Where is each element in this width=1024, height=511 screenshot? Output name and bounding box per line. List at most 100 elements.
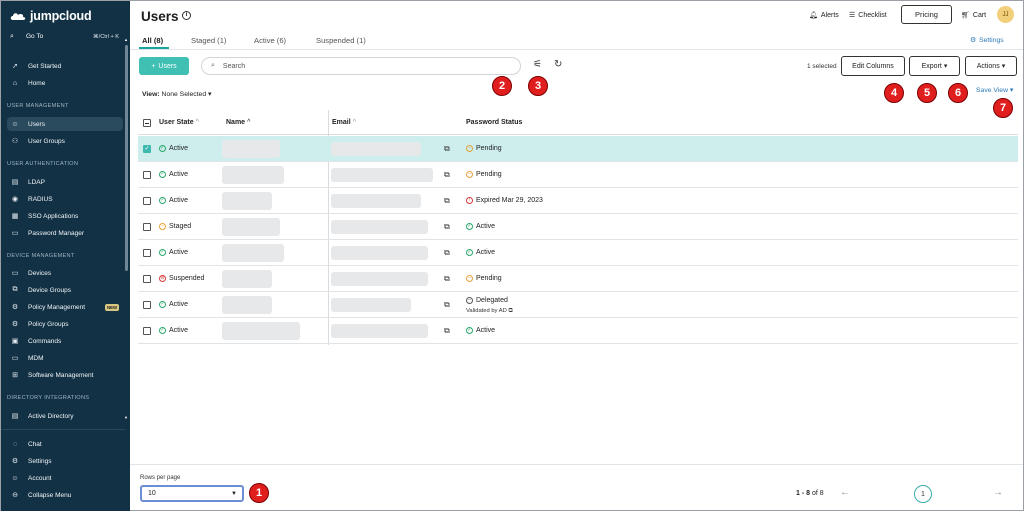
scroll-up-arrow[interactable]: ▲ bbox=[124, 37, 128, 42]
status-icon: ✓ bbox=[159, 327, 166, 334]
sidebar-item-software-management[interactable]: ⊞ Software Management bbox=[7, 368, 123, 382]
tab-staged[interactable]: Staged (1) bbox=[191, 36, 226, 45]
sidebar-item-users[interactable]: ☺ Users bbox=[7, 117, 123, 131]
sidebar-item-device-groups[interactable]: ⧉ Device Groups bbox=[7, 283, 123, 297]
rows-per-page-select[interactable]: 10 ▼ bbox=[140, 485, 244, 502]
jumpcloud-logo[interactable]: jumpcloud bbox=[10, 9, 92, 23]
checklist-button[interactable]: ☰ Checklist bbox=[849, 11, 887, 20]
table-row[interactable]: ✓ Active ⧉ ✓ Active bbox=[138, 318, 1018, 344]
goto-button[interactable]: ⌕ Go To ⌘/Ctrl + K bbox=[7, 30, 123, 43]
save-view-button[interactable]: Save View ▾ bbox=[976, 86, 1013, 94]
table-row[interactable]: ✓ Active ⧉ ✓ Active bbox=[138, 240, 1018, 266]
cloud-icon bbox=[10, 13, 26, 20]
status-icon: ✓ bbox=[159, 249, 166, 256]
row-checkbox[interactable]: ✓ bbox=[143, 145, 151, 153]
row-checkbox[interactable] bbox=[143, 171, 151, 179]
settings-label: Settings bbox=[979, 36, 1004, 44]
col-password-status[interactable]: Password Status bbox=[466, 119, 522, 126]
sidebar-item-label: Home bbox=[28, 79, 46, 87]
copy-icon[interactable]: ⧉ bbox=[444, 222, 450, 232]
sidebar-item-settings[interactable]: ⚙ Settings bbox=[7, 454, 123, 468]
sidebar-item-chat[interactable]: ◌ Chat bbox=[7, 437, 123, 451]
settings-link[interactable]: ⚙ Settings bbox=[970, 36, 1004, 45]
copy-icon[interactable]: ⧉ bbox=[444, 274, 450, 284]
password-status: – Pending bbox=[466, 171, 502, 178]
status-icon: ! bbox=[466, 197, 473, 204]
sidebar-item-commands[interactable]: ▣ Commands bbox=[7, 334, 123, 348]
sidebar-item-mdm[interactable]: ▭ MDM bbox=[7, 351, 123, 365]
sidebar-item-get-started[interactable]: ➚ Get Started bbox=[7, 59, 123, 73]
add-users-button[interactable]: + Users bbox=[139, 57, 189, 75]
sidebar-item-password-manager[interactable]: ▭ Password Manager bbox=[7, 226, 123, 240]
sidebar-item-policy-groups[interactable]: ⚙ Policy Groups bbox=[7, 317, 123, 331]
rows-per-page-label: Rows per page bbox=[140, 475, 181, 481]
row-checkbox[interactable] bbox=[143, 249, 151, 257]
table-row[interactable]: ✓ Active ⧉ – Delegated Validated by AD ⧉ bbox=[138, 292, 1018, 318]
sidebar-item-user-groups[interactable]: ⚇ User Groups bbox=[7, 134, 123, 148]
sidebar-item-account[interactable]: ☺ Account bbox=[7, 471, 123, 485]
copy-icon[interactable]: ⧉ bbox=[444, 326, 450, 336]
sidebar-item-collapse-menu[interactable]: ⊖ Collapse Menu bbox=[7, 488, 123, 502]
copy-icon[interactable]: ⧉ bbox=[444, 196, 450, 206]
save-view-label: Save View bbox=[976, 87, 1008, 94]
tab-suspended[interactable]: Suspended (1) bbox=[316, 36, 366, 45]
cart-button[interactable]: 🛒︎ Cart bbox=[961, 11, 986, 20]
row-checkbox[interactable] bbox=[143, 275, 151, 283]
redacted-email bbox=[331, 324, 428, 338]
table-row[interactable]: ✓ Active ⧉! Expired Mar 29, 2023 bbox=[138, 188, 1018, 214]
scroll-down-arrow[interactable]: ▼ bbox=[124, 415, 128, 420]
select-all-checkbox[interactable] bbox=[143, 119, 151, 127]
row-checkbox[interactable] bbox=[143, 197, 151, 205]
prev-page-icon[interactable]: ← bbox=[840, 487, 850, 498]
copy-icon[interactable]: ⧉ bbox=[444, 170, 450, 180]
table-row[interactable]: – Staged ⧉ ✓ Active bbox=[138, 214, 1018, 240]
tab-all[interactable]: All (8) bbox=[142, 36, 163, 45]
table-row[interactable]: ✓ ✓ Active ⧉ – Pending bbox=[138, 136, 1018, 162]
export-button[interactable]: Export ▾ bbox=[909, 56, 960, 76]
edit-columns-button[interactable]: Edit Columns bbox=[841, 56, 905, 76]
sidebar-item-ldap[interactable]: ▤ LDAP bbox=[7, 175, 123, 189]
sidebar-item-devices[interactable]: ▭ Devices bbox=[7, 266, 123, 280]
table-row[interactable]: ⊘ Suspended ⧉ – Pending bbox=[138, 266, 1018, 292]
info-icon[interactable]: i bbox=[182, 11, 191, 20]
refresh-icon[interactable]: ↻ bbox=[554, 59, 562, 70]
filter-icon[interactable]: ⚟ bbox=[533, 59, 542, 70]
user-state: ✓ Active bbox=[159, 197, 188, 204]
password-status-label: Active bbox=[476, 327, 496, 334]
view-selector[interactable]: View: None Selected ▾ bbox=[142, 90, 211, 98]
status-icon: ✓ bbox=[159, 171, 166, 178]
sidebar-scrollbar[interactable] bbox=[125, 45, 128, 271]
sidebar-item-label: Chat bbox=[28, 440, 42, 448]
copy-icon[interactable]: ⧉ bbox=[444, 300, 450, 310]
pricing-button[interactable]: Pricing bbox=[901, 5, 952, 24]
sidebar-item-active-directory[interactable]: ▤ Active Directory bbox=[7, 409, 123, 423]
redacted-name bbox=[222, 140, 280, 158]
col-name[interactable]: Name ^ bbox=[226, 119, 250, 126]
avatar[interactable]: JJ bbox=[997, 6, 1014, 23]
copy-icon[interactable]: ⧉ bbox=[444, 248, 450, 258]
sidebar-item-label: RADIUS bbox=[28, 195, 53, 203]
tab-active[interactable]: Active (6) bbox=[254, 36, 286, 45]
sidebar-item-radius[interactable]: ◉ RADIUS bbox=[7, 192, 123, 206]
col-email[interactable]: Email ^ bbox=[332, 119, 356, 126]
view-value: None Selected bbox=[161, 91, 207, 98]
copy-icon[interactable]: ⧉ bbox=[444, 144, 450, 154]
page-title: Users bbox=[141, 9, 179, 24]
user-state-label: Staged bbox=[169, 223, 192, 230]
actions-button[interactable]: Actions ▾ bbox=[965, 56, 1017, 76]
row-checkbox[interactable] bbox=[143, 223, 151, 231]
col-user-state[interactable]: User State ^ bbox=[159, 119, 199, 126]
row-checkbox[interactable] bbox=[143, 327, 151, 335]
row-checkbox[interactable] bbox=[143, 301, 151, 309]
directory-icon: ▤ bbox=[11, 413, 19, 420]
search-input[interactable]: ⌕ Search bbox=[201, 57, 521, 75]
sidebar-item-policy-management[interactable]: ⚙ Policy Management NEW bbox=[7, 300, 123, 314]
table-row[interactable]: ✓ Active ⧉ – Pending bbox=[138, 162, 1018, 188]
sidebar-item-home[interactable]: ⌂ Home bbox=[7, 76, 123, 90]
alerts-button[interactable]: 🔔︎ Alerts bbox=[809, 11, 839, 20]
user-state: ✓ Active bbox=[159, 327, 188, 334]
page-number[interactable]: 1 bbox=[914, 485, 932, 503]
next-page-icon[interactable]: → bbox=[993, 487, 1003, 498]
sidebar-item-sso-applications[interactable]: ▦ SSO Applications bbox=[7, 209, 123, 223]
password-status-label: Delegated bbox=[476, 297, 508, 304]
